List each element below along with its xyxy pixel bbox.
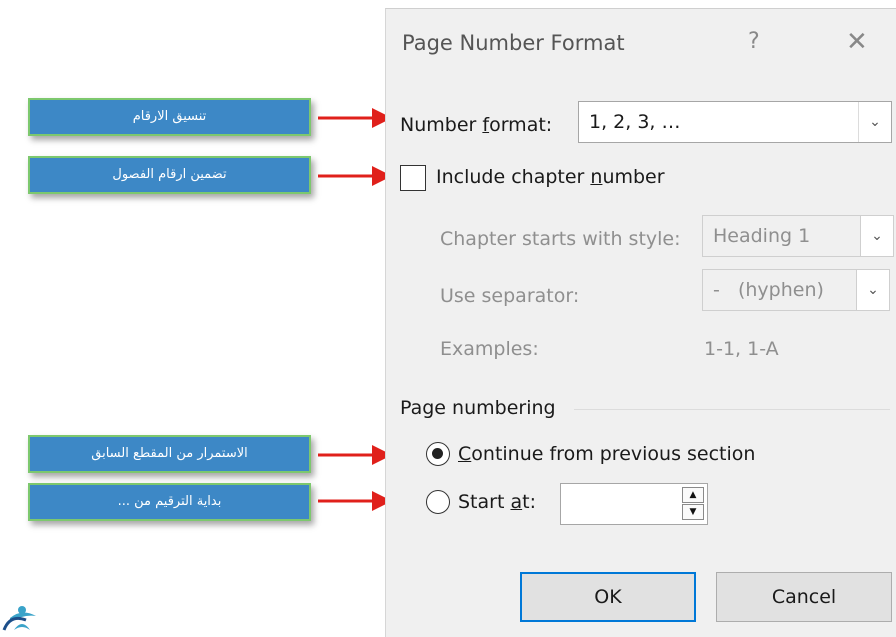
start-at-spinbox[interactable]: ▲ ▼ [560,483,708,525]
number-format-value: 1, 2, 3, … [589,111,681,133]
include-chapter-checkbox[interactable] [400,165,426,191]
chapter-style-dropdown[interactable]: Heading 1 ⌄ [702,215,894,257]
chapter-style-value: Heading 1 [713,225,811,247]
radio-selected-dot [432,448,443,459]
arrow-number-format [318,108,392,128]
arrow-up-icon[interactable]: ▲ [682,487,704,503]
start-at-label[interactable]: Start at: [458,491,536,513]
include-chapter-label[interactable]: Include chapter number [436,166,665,188]
continue-radio[interactable] [426,442,450,466]
help-icon[interactable]: ? [748,29,760,54]
close-icon[interactable]: ✕ [846,27,868,57]
start-at-radio[interactable] [426,490,450,514]
group-divider [574,409,890,410]
number-format-dropdown[interactable]: 1, 2, 3, … ⌄ [578,101,892,143]
spin-buttons: ▲ ▼ [682,487,704,521]
cancel-button[interactable]: Cancel [716,572,892,622]
arrow-start-at [318,491,392,511]
chevron-down-icon[interactable]: ⌄ [856,270,889,310]
separator-dropdown[interactable]: - (hyphen) ⌄ [702,269,890,311]
examples-value: 1-1, 1-A [704,338,779,360]
chevron-down-icon[interactable]: ⌄ [860,216,893,256]
page-number-format-dialog: Page Number Format ? ✕ Number format: 1,… [385,8,896,637]
examples-label: Examples: [440,338,539,360]
ok-button[interactable]: OK [520,572,696,622]
arrow-continue-section [318,445,392,465]
chevron-down-icon[interactable]: ⌄ [858,102,891,142]
dialog-title: Page Number Format [402,31,625,55]
chapter-style-label: Chapter starts with style: [440,228,681,250]
arrow-include-chapter [318,166,392,186]
separator-label: Use separator: [440,285,580,307]
number-format-label: Number format: [400,114,553,136]
page-numbering-heading: Page numbering [400,397,556,419]
arrow-down-icon[interactable]: ▼ [682,504,704,520]
continue-label[interactable]: Continue from previous section [458,443,755,465]
separator-value: - (hyphen) [713,279,824,301]
logo-icon [2,606,36,631]
